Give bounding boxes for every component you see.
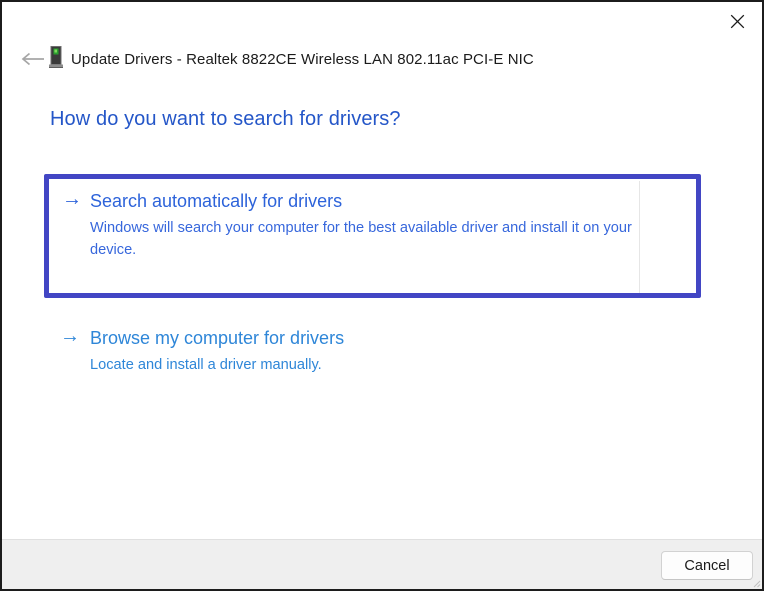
close-button[interactable] (718, 6, 756, 36)
option-description: Locate and install a driver manually. (90, 354, 646, 376)
resize-grip-icon[interactable] (752, 579, 761, 588)
option-description: Windows will search your computer for th… (90, 217, 646, 261)
cancel-button[interactable]: Cancel (661, 551, 753, 580)
close-x-icon (730, 14, 745, 29)
back-arrow-icon (21, 52, 45, 66)
driver-device-icon (47, 46, 65, 69)
update-drivers-wizard-window: Update Drivers - Realtek 8822CE Wireless… (0, 0, 764, 591)
page-heading: How do you want to search for drivers? (50, 108, 401, 131)
back-button[interactable] (20, 49, 46, 69)
right-arrow-icon: → (60, 326, 80, 346)
option-title: Search automatically for drivers (90, 190, 342, 212)
right-arrow-icon: → (62, 189, 82, 209)
option-title: Browse my computer for drivers (90, 327, 344, 349)
option-button-right-edge (639, 181, 640, 293)
footer-bar: Cancel (2, 539, 762, 589)
wizard-title: Update Drivers - Realtek 8822CE Wireless… (71, 51, 534, 68)
